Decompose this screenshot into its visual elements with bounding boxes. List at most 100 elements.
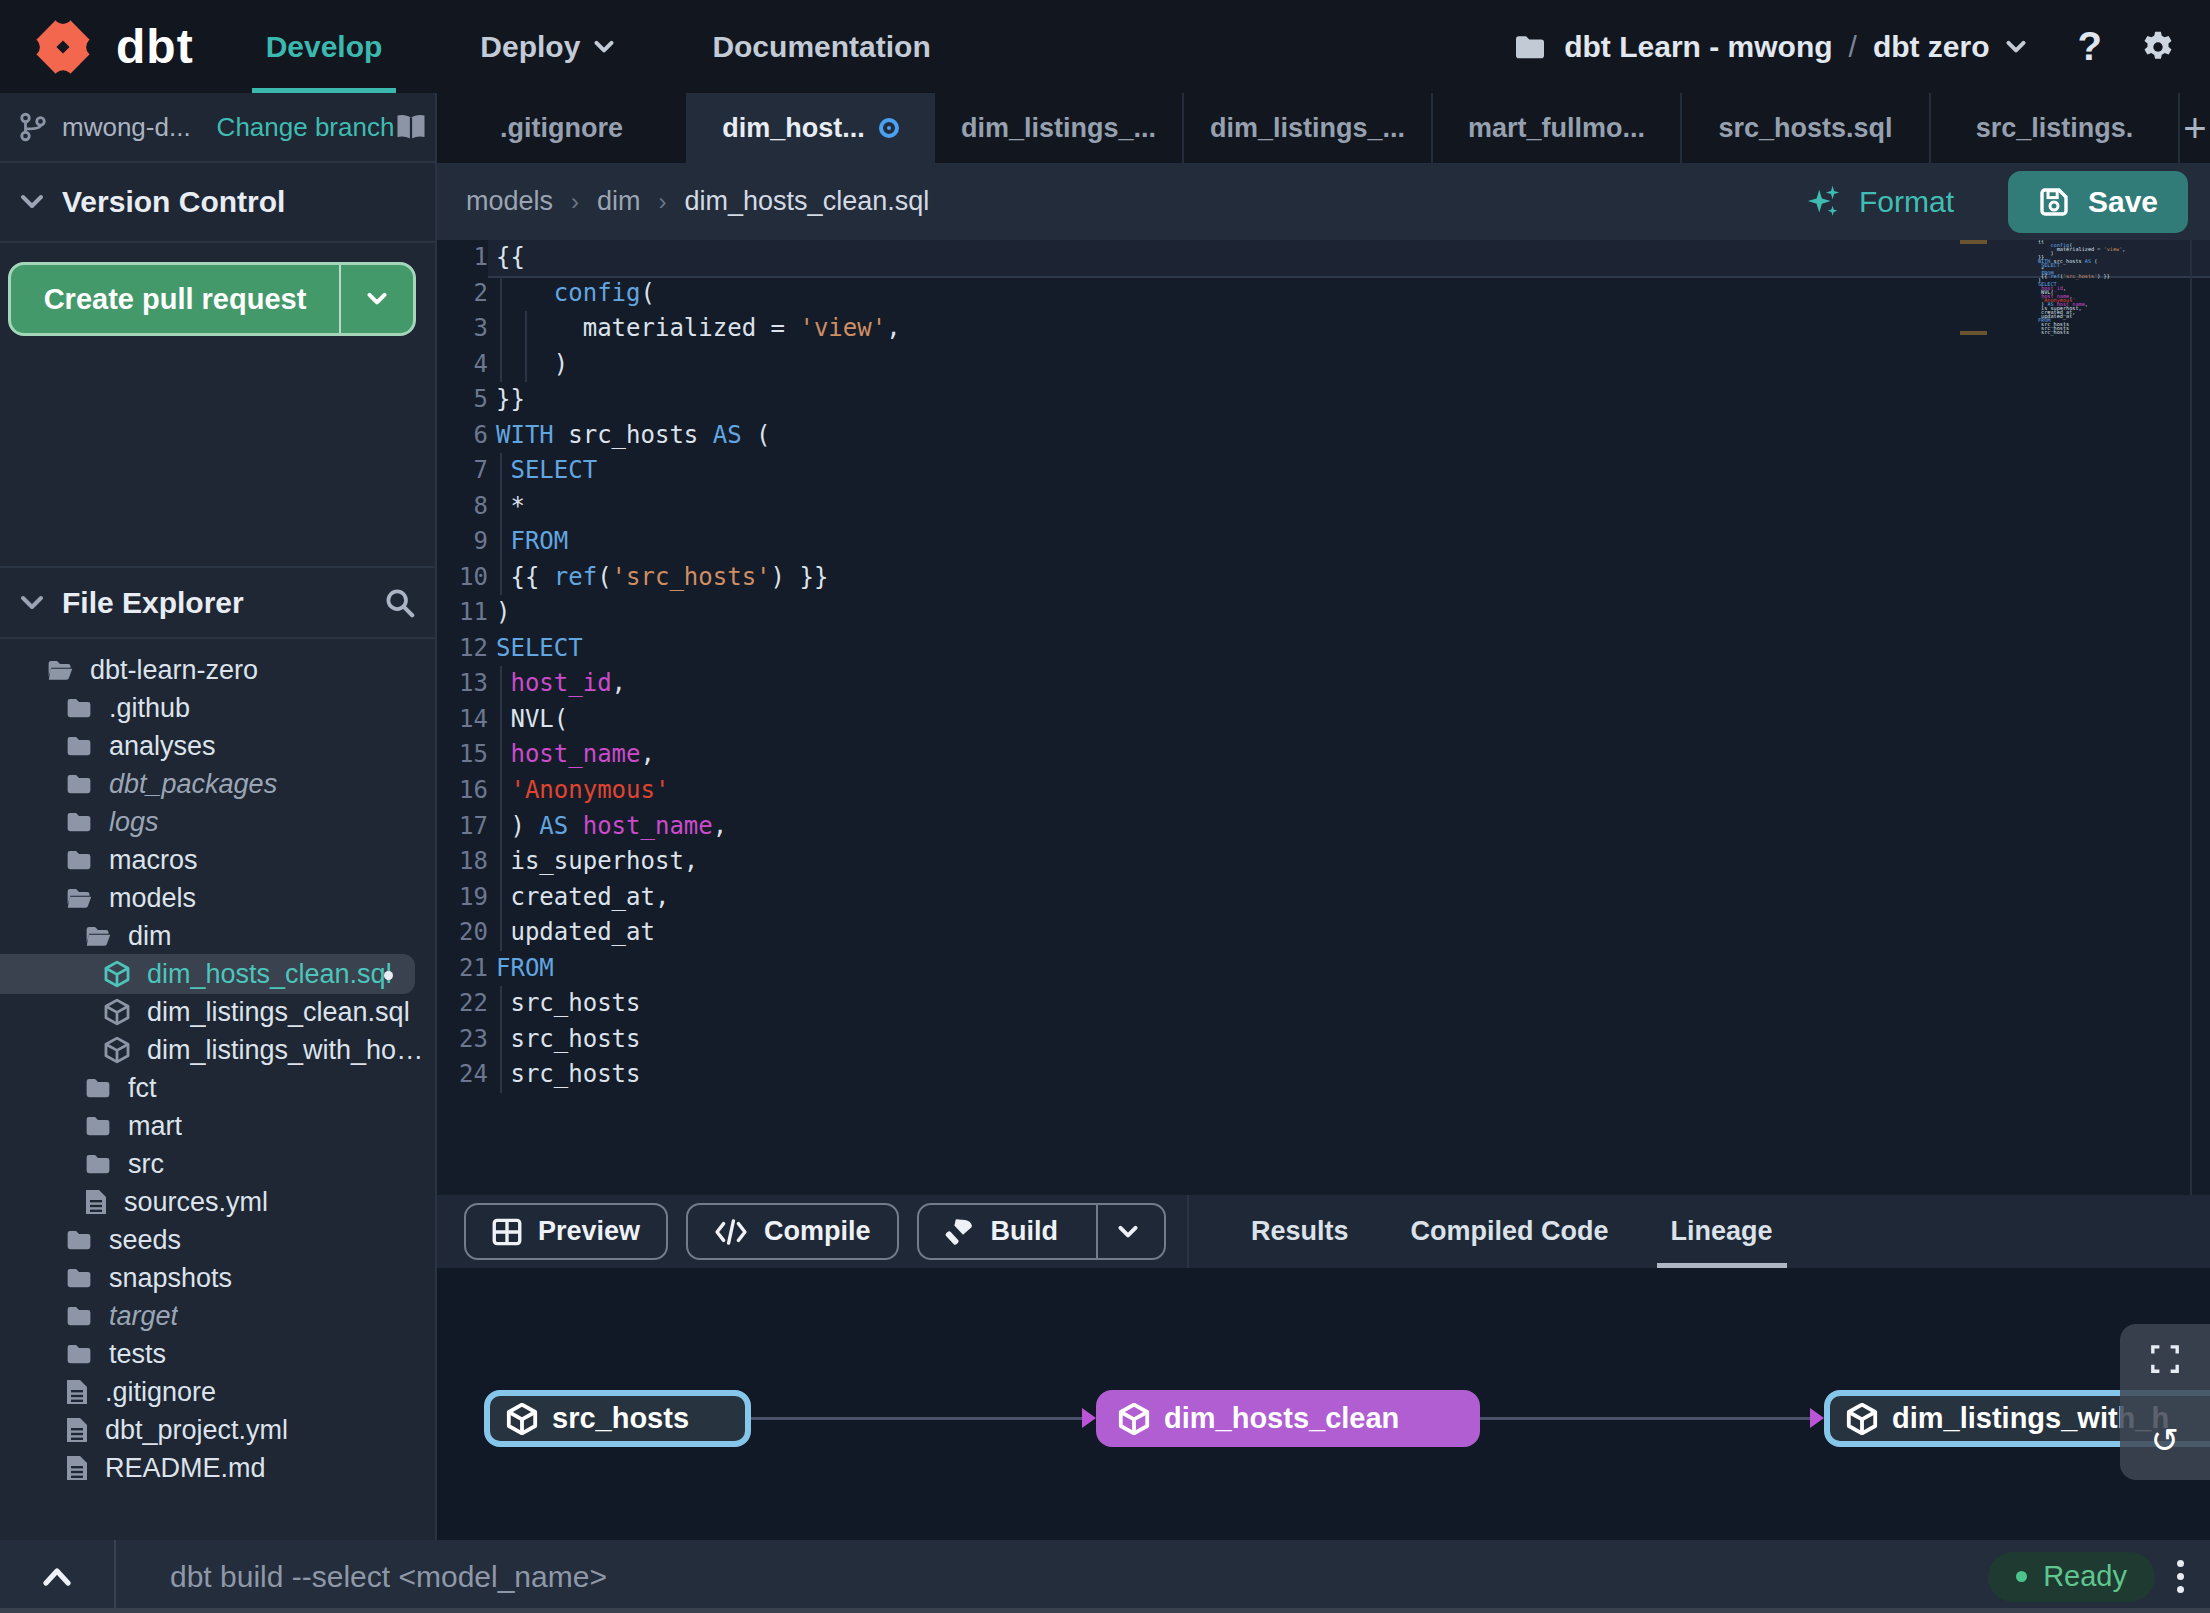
tree-item-label: README.md	[105, 1453, 266, 1484]
project-chevron-icon[interactable]	[2006, 40, 2026, 54]
nav-item-documentation[interactable]: Documentation	[712, 0, 930, 93]
tree-item-target[interactable]: target	[0, 1297, 435, 1335]
build-button[interactable]: Build	[917, 1203, 1167, 1260]
code-line: 14 NVL(	[437, 702, 2210, 738]
editor-tab-dim-host-[interactable]: dim_host...	[686, 93, 935, 163]
settings-gear-icon[interactable]	[2140, 29, 2176, 65]
line-number: 10	[437, 560, 488, 596]
breadcrumb-item[interactable]: models	[466, 186, 553, 217]
tree-item-readme-md[interactable]: README.md	[0, 1449, 435, 1487]
tree-item-logs[interactable]: logs	[0, 803, 435, 841]
tree-item-dbt-packages[interactable]: dbt_packages	[0, 765, 435, 803]
code-line-text: host_name,	[488, 737, 2210, 773]
editor-tab-src-listings-[interactable]: src_listings.	[1931, 93, 2180, 163]
tree-item-label: seeds	[109, 1225, 181, 1256]
pull-request-dropdown-chevron[interactable]	[339, 265, 413, 333]
tree-item-sources-yml[interactable]: sources.yml	[0, 1183, 435, 1221]
tree-item-mart[interactable]: mart	[0, 1107, 435, 1145]
file-explorer-header[interactable]: File Explorer	[0, 568, 435, 639]
new-tab-button[interactable]: +	[2180, 93, 2210, 163]
line-number: 15	[437, 737, 488, 773]
code-line: 8 *	[437, 489, 2210, 525]
line-number: 14	[437, 702, 488, 738]
change-branch-link[interactable]: Change branch	[217, 112, 395, 143]
format-button[interactable]: Format	[1805, 183, 1954, 221]
lineage-node-src_hosts[interactable]: src_hosts	[484, 1390, 751, 1447]
chevron-down-icon	[594, 40, 614, 54]
docs-book-icon[interactable]	[394, 112, 428, 142]
editor-tab-dim-listings-[interactable]: dim_listings_...	[1184, 93, 1433, 163]
lineage-node-dim_hosts_clean[interactable]: dim_hosts_clean	[1096, 1390, 1480, 1447]
editor-tab-src-hosts-sql[interactable]: src_hosts.sql	[1682, 93, 1931, 163]
code-line-text: )	[488, 347, 2210, 383]
code-line-text: config(	[488, 276, 2210, 312]
code-line: 16 'Anonymous'	[437, 773, 2210, 809]
account-name[interactable]: dbt Learn - mwong	[1564, 30, 1832, 64]
breadcrumb-item[interactable]: dim_hosts_clean.sql	[685, 186, 930, 217]
editor-tab-mart-fullmo-[interactable]: mart_fullmo...	[1433, 93, 1682, 163]
breadcrumb: models›dim›dim_hosts_clean.sql	[466, 186, 929, 217]
help-icon[interactable]: ?	[2078, 24, 2102, 69]
create-pull-request-button[interactable]: Create pull request	[8, 262, 416, 336]
tree-item-label: target	[109, 1301, 178, 1332]
tree-item-fct[interactable]: fct	[0, 1069, 435, 1107]
panel-tab-results[interactable]: Results	[1251, 1195, 1349, 1268]
tree-item--github[interactable]: .github	[0, 689, 435, 727]
panel-tab-compiled-code[interactable]: Compiled Code	[1411, 1195, 1609, 1268]
tree-item-src[interactable]: src	[0, 1145, 435, 1183]
code-line-text: src_hosts	[488, 1022, 2210, 1058]
code-editor[interactable]: 1{{2 config(3 materialized = 'view',4 )5…	[437, 240, 2210, 1195]
code-line: 13 host_id,	[437, 666, 2210, 702]
folder-icon	[65, 732, 93, 760]
tree-item-label: tests	[109, 1339, 166, 1370]
reset-view-icon[interactable]: ↺	[2151, 1420, 2180, 1460]
file-icon	[65, 1378, 89, 1406]
editor-tab--gitignore[interactable]: .gitignore	[437, 93, 686, 163]
command-bar-toggle[interactable]	[0, 1540, 116, 1613]
compile-button[interactable]: Compile	[686, 1203, 899, 1260]
search-icon[interactable]	[385, 588, 415, 618]
folder-icon	[65, 1302, 93, 1330]
save-button[interactable]: Save	[2008, 171, 2188, 233]
build-dropdown-chevron[interactable]	[1096, 1205, 1138, 1258]
tree-item-tests[interactable]: tests	[0, 1335, 435, 1373]
nav-item-develop[interactable]: Develop	[266, 0, 383, 93]
tree-item-label: .github	[109, 693, 190, 724]
tree-item-dbt-learn-zero[interactable]: dbt-learn-zero	[0, 651, 435, 689]
editor-tab-dim-listings-[interactable]: dim_listings_...	[935, 93, 1184, 163]
tree-item-snapshots[interactable]: snapshots	[0, 1259, 435, 1297]
model-cube-icon	[1118, 1403, 1150, 1435]
line-number: 3	[437, 311, 488, 347]
fullscreen-icon[interactable]	[2150, 1344, 2180, 1374]
folder-icon	[84, 1074, 112, 1102]
code-line-text: ) AS host_name,	[488, 809, 2210, 845]
panel-tab-lineage[interactable]: Lineage	[1671, 1195, 1773, 1268]
folder-icon	[65, 808, 93, 836]
nav-item-deploy[interactable]: Deploy	[480, 0, 614, 93]
project-name[interactable]: dbt zero	[1873, 30, 1990, 64]
editor-minimap[interactable]: {{ config( materialized = 'view', )}}WIT…	[2038, 240, 2190, 335]
ready-dot	[2016, 1571, 2027, 1582]
tree-item-macros[interactable]: macros	[0, 841, 435, 879]
tree-item-models[interactable]: models	[0, 879, 435, 917]
preview-button[interactable]: Preview	[464, 1203, 668, 1260]
code-line: 5}}	[437, 382, 2210, 418]
tree-item-dim-listings-with-hosts-[interactable]: dim_listings_with_hosts...	[0, 1031, 435, 1069]
kebab-menu-icon[interactable]	[2177, 1560, 2184, 1593]
tree-item--gitignore[interactable]: .gitignore	[0, 1373, 435, 1411]
version-control-header[interactable]: Version Control	[0, 163, 435, 243]
tree-item-dim-listings-clean-sql[interactable]: dim_listings_clean.sql	[0, 993, 435, 1031]
tree-item-dim-hosts-clean-sql[interactable]: dim_hosts_clean.sql	[0, 955, 435, 993]
editor-right-border	[2190, 240, 2192, 1195]
tree-item-dbt-project-yml[interactable]: dbt_project.yml	[0, 1411, 435, 1449]
folder-icon	[84, 1112, 112, 1140]
tree-item-analyses[interactable]: analyses	[0, 727, 435, 765]
save-label: Save	[2088, 185, 2158, 219]
code-line-text: )	[488, 595, 2210, 631]
node-label: src_hosts	[552, 1402, 689, 1435]
tree-item-seeds[interactable]: seeds	[0, 1221, 435, 1259]
tree-item-dim[interactable]: dim	[0, 917, 435, 955]
breadcrumb-item[interactable]: dim	[597, 186, 641, 217]
dbt-logo[interactable]: dbt	[26, 10, 194, 84]
command-input[interactable]: dbt build --select <model_name>	[170, 1560, 607, 1594]
